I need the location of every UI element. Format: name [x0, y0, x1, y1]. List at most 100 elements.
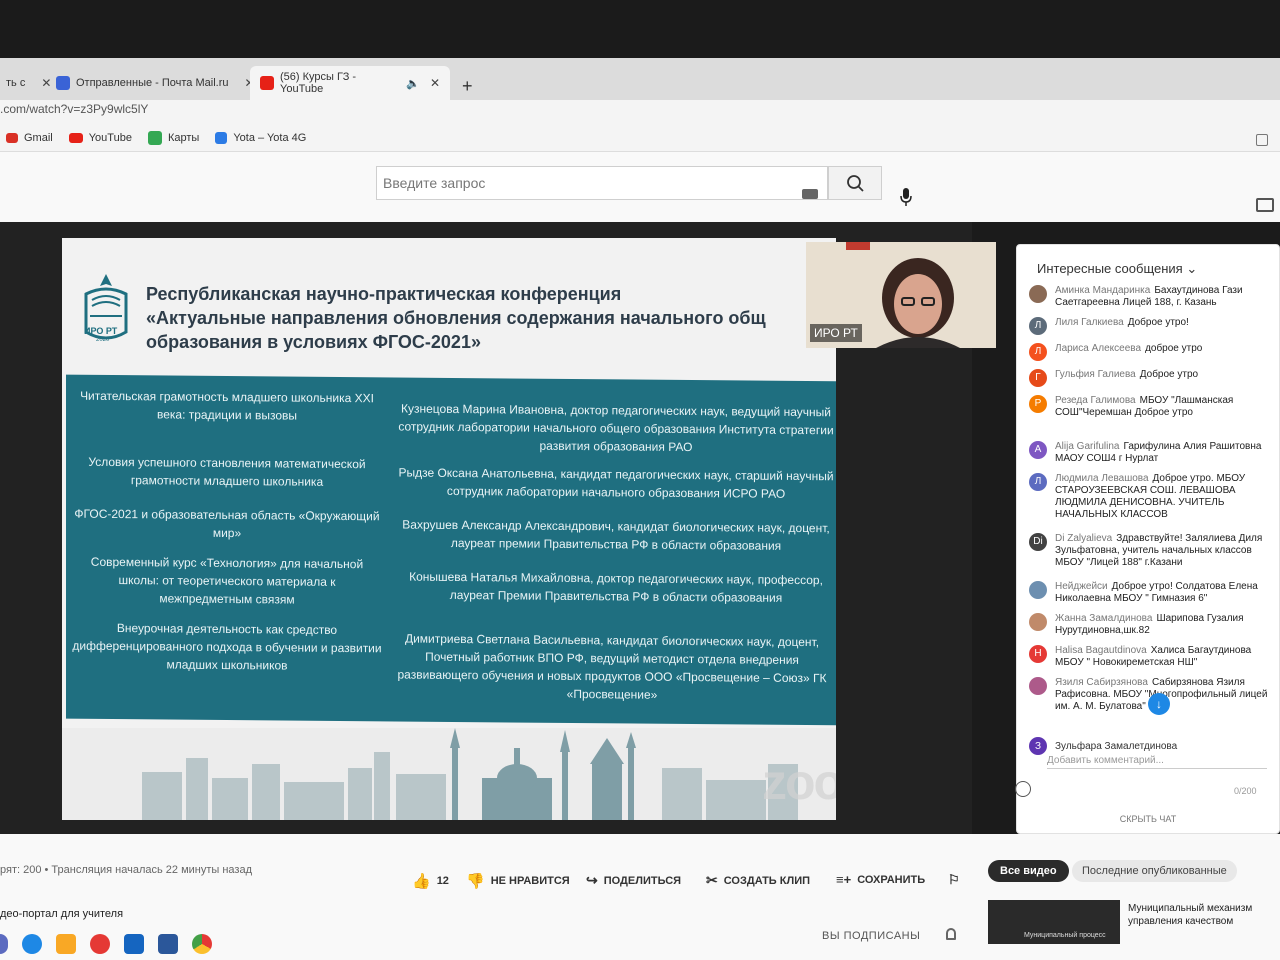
bookmark-youtube[interactable]: YouTube	[68, 131, 132, 144]
bookmark-maps[interactable]: Карты	[147, 130, 200, 145]
message-author[interactable]: Di Zalyalieva	[1055, 533, 1112, 544]
scroll-down-icon[interactable]: ↓	[1148, 693, 1170, 715]
message-author[interactable]: Гульфия Галиева	[1055, 369, 1136, 380]
message-text: доброе утро	[1145, 343, 1203, 354]
message-body: Нейджейси Доброе утро! Солдатова Елена Ни…	[1055, 581, 1279, 605]
message-author[interactable]: Нейджейси	[1055, 581, 1108, 592]
hide-chat-button[interactable]: СКРЫТЬ ЧАТ	[1016, 814, 1280, 824]
message-author[interactable]: Лариса Алексеева	[1055, 343, 1141, 354]
gmail-icon	[6, 132, 18, 143]
search-input[interactable]: Введите запрос	[376, 166, 828, 200]
message-author[interactable]: Резеда Галимова	[1055, 395, 1136, 406]
chat-current-user: З Зульфара Замалетдинова	[1029, 737, 1177, 755]
file-explorer-icon[interactable]	[56, 934, 76, 954]
current-user-name: Зульфара Замалетдинова	[1055, 740, 1178, 752]
bookmark-yota[interactable]: Yota – Yota 4G	[215, 131, 306, 144]
chat-input[interactable]: Добавить комментарий...	[1047, 755, 1267, 769]
chip-all-videos[interactable]: Все видео	[988, 860, 1069, 882]
keyboard-icon[interactable]	[802, 189, 818, 199]
message-body: Резеда Галимова МБОУ "Лашманская СОШ"Чере…	[1055, 395, 1279, 419]
chat-message: Аминка Мандаринка Бахаутдинова Гази Саетг…	[1029, 285, 1279, 309]
save-button[interactable]: ≡+ СОХРАНИТЬ	[836, 872, 925, 887]
channel-title[interactable]: део-портал для учителя	[0, 908, 123, 920]
topic-item: Современный курс «Технология» для началь…	[90, 554, 364, 607]
youtube-icon	[260, 76, 274, 90]
heading-line: «Актуальные направления обновления содер…	[146, 308, 766, 328]
report-button[interactable]: ⚐	[948, 872, 960, 888]
topic-item: Внеурочная деятельность как средство диф…	[72, 621, 382, 673]
tab-label: Отправленные - Почта Mail.ru	[76, 77, 229, 89]
chat-message: Г Гульфия Галиева Доброе утро	[1029, 369, 1279, 387]
message-author[interactable]: Жанна Замалдинова	[1055, 613, 1152, 624]
topic-item: Читательская грамотность младшего школьн…	[80, 388, 374, 423]
subscribed-button[interactable]: ВЫ ПОДПИСАНЫ	[822, 930, 920, 942]
yandex-browser-icon[interactable]	[90, 934, 110, 954]
speaker-item: Вахрушев Александр Александрович, кандид…	[402, 517, 830, 553]
avatar: Г	[1029, 369, 1047, 387]
microphone-icon[interactable]	[899, 188, 913, 206]
message-author[interactable]: Аминка Мандаринка	[1055, 285, 1150, 296]
thumbnail-caption: Муниципальный процесс	[1024, 932, 1106, 939]
address-bar[interactable]: .com/watch?v=z3Py9wlc5lY	[0, 100, 1280, 124]
create-video-icon[interactable]	[1256, 198, 1274, 212]
topic-item: ФГОС-2021 и образовательная область «Окр…	[74, 506, 380, 541]
search-taskbar-icon[interactable]	[0, 934, 8, 954]
related-video-thumbnail[interactable]: Муниципальный процесс	[988, 900, 1120, 944]
bookmark-label: YouTube	[88, 131, 132, 144]
tab-label: ть с	[6, 77, 26, 89]
avatar: Л	[1029, 317, 1047, 335]
chat-message: А Alija Garifulina Гарифулина Алия Рашитов…	[1029, 441, 1279, 465]
like-button[interactable]: 👍 12	[412, 872, 449, 890]
flag-icon: ⚐	[948, 872, 960, 887]
message-author[interactable]: Лиля Галкиева	[1055, 317, 1124, 328]
search-placeholder: Введите запрос	[383, 175, 486, 191]
clip-label: СОЗДАТЬ КЛИП	[723, 874, 811, 887]
search-icon	[847, 175, 864, 192]
message-author[interactable]: Halisa Bagautdinova	[1055, 645, 1147, 656]
stream-info: рят: 200 • Трансляция началась 22 минуты…	[0, 864, 253, 876]
yota-icon	[215, 131, 228, 144]
message-author[interactable]: Язиля Сабирзянова	[1055, 677, 1148, 688]
chip-recent-uploads[interactable]: Последние опубликованные	[1072, 860, 1237, 882]
message-body: Лариса Алексеева доброе утро	[1055, 343, 1202, 361]
heading-line: образования в условиях ФГОС-2021»	[146, 332, 481, 352]
message-text: Доброе утро!	[1127, 317, 1189, 328]
avatar	[1029, 285, 1047, 303]
message-body: Лиля Галкиева Доброе утро!	[1055, 317, 1189, 335]
related-video-title[interactable]: Муниципальный механизм управления качест…	[1128, 902, 1278, 928]
word-icon[interactable]	[158, 934, 178, 954]
avatar: Di	[1029, 533, 1047, 551]
message-author[interactable]: Людмила Левашова	[1055, 473, 1149, 484]
logo-text: ИРО РТ	[84, 326, 118, 336]
mail-app-icon[interactable]	[124, 934, 144, 954]
tab-mail[interactable]: Отправленные - Почта Mail.ru ✕	[46, 66, 265, 100]
share-button[interactable]: ↪ ПОДЕЛИТЬСЯ	[586, 872, 681, 889]
avatar: H	[1029, 645, 1047, 663]
bookmark-gmail[interactable]: Gmail	[6, 132, 53, 144]
bookmark-label: Карты	[167, 131, 200, 144]
chat-input-placeholder: Добавить комментарий...	[1047, 755, 1164, 766]
reading-list-icon[interactable]	[1256, 134, 1268, 146]
avatar: Л	[1029, 343, 1047, 361]
speaker-icon[interactable]: 🔈	[406, 77, 420, 90]
tab-youtube[interactable]: (56) Курсы ГЗ - YouTube 🔈 ✕	[250, 66, 450, 100]
chat-message: Di Di Zalyalieva Здравствуйте! Залялиева Д…	[1029, 533, 1279, 569]
emoji-icon[interactable]	[1015, 781, 1031, 797]
speaker-item: Рыдзе Оксана Анатольевна, кандидат педаг…	[398, 465, 834, 501]
search-button[interactable]	[828, 166, 882, 200]
edge-icon[interactable]	[22, 934, 42, 954]
message-author[interactable]: Alija Garifulina	[1055, 441, 1119, 452]
avatar: Р	[1029, 395, 1047, 413]
chat-header[interactable]: Интересные сообщения ⌄	[1037, 261, 1197, 277]
new-tab-button[interactable]: +	[462, 76, 473, 97]
chat-mode-label: Интересные сообщения	[1037, 261, 1183, 276]
message-body: Alija Garifulina Гарифулина Алия Рашитовн…	[1055, 441, 1279, 465]
tab-label: (56) Курсы ГЗ - YouTube	[280, 71, 357, 95]
zoom-watermark: zoom	[762, 754, 836, 810]
create-clip-button[interactable]: ✂ СОЗДАТЬ КЛИП	[706, 872, 810, 889]
close-icon[interactable]: ✕	[430, 76, 440, 90]
save-label: СОХРАНИТЬ	[857, 873, 926, 886]
bell-icon[interactable]	[946, 928, 956, 940]
dislike-button[interactable]: 👎 НЕ НРАВИТСЯ	[466, 872, 570, 890]
chrome-icon[interactable]	[192, 934, 212, 954]
